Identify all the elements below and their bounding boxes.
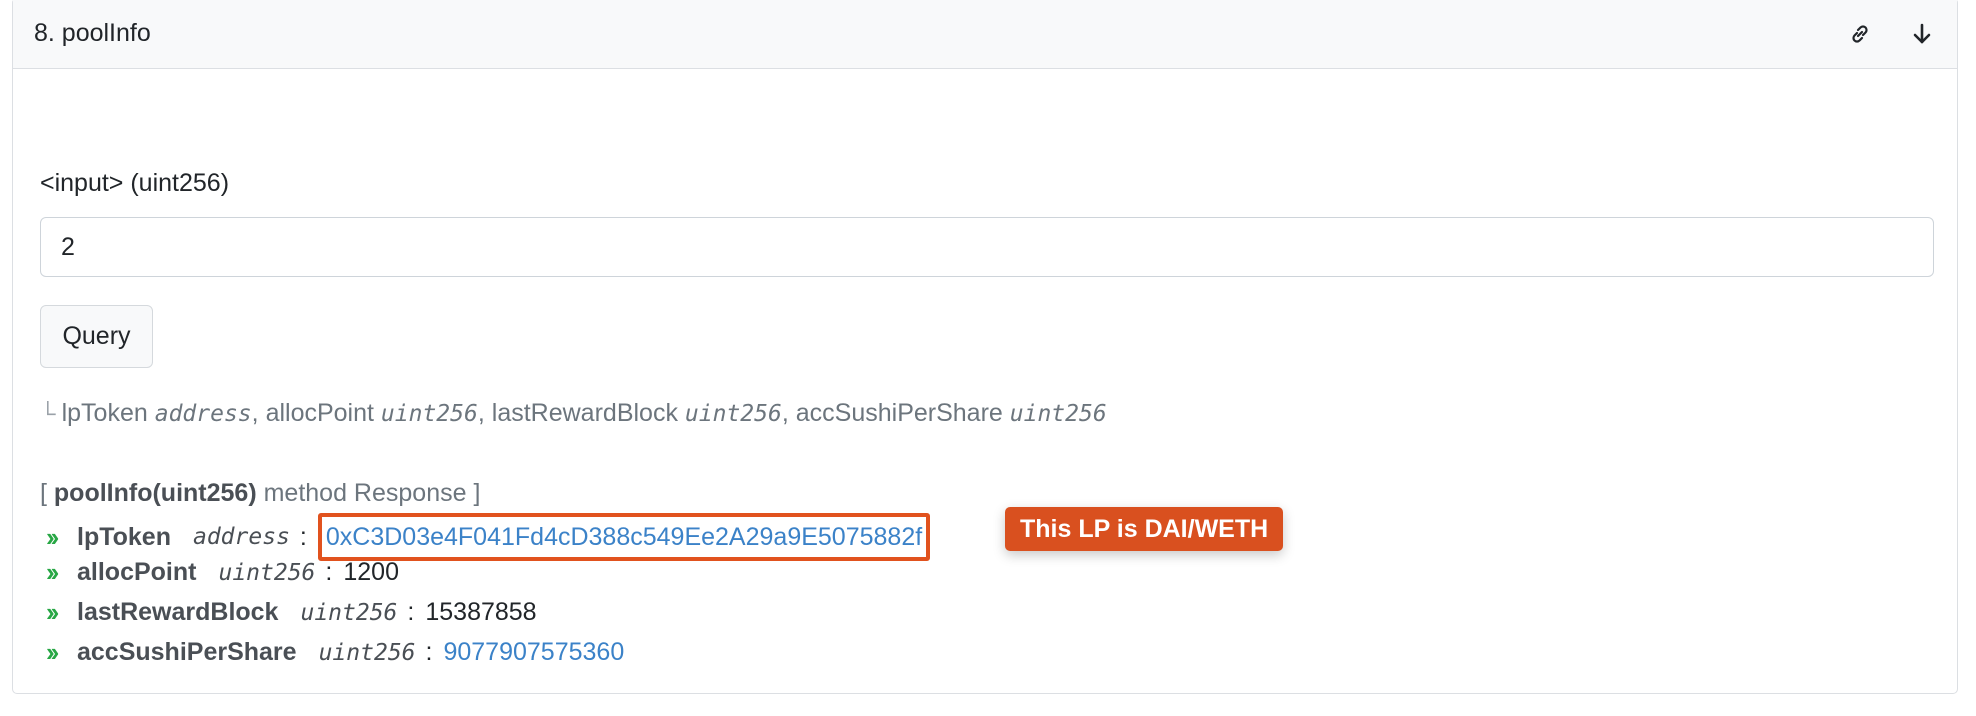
response-method: poolInfo(uint256): [53, 479, 257, 507]
response-row-lastrewardblock: ›› lastRewardBlock uint256 : 15387858: [46, 597, 537, 628]
highlight-box: 0xC3D03e4F041Fd4cD388c549Ee2A29a9E507588…: [317, 513, 931, 561]
lptoken-address-link[interactable]: 0xC3D03e4F041Fd4cD388c549Ee2A29a9E507588…: [326, 523, 922, 551]
double-chevron-right-icon: ››: [46, 557, 59, 587]
sig-name-1: allocPoint: [265, 399, 374, 427]
input-label: <input> (uint256): [40, 169, 230, 197]
header-actions: [1847, 21, 1935, 47]
response-row-lptoken: ›› lpToken address : 0xC3D03e4F041Fd4cD3…: [46, 513, 931, 561]
response-suffix: method Response ]: [256, 479, 481, 507]
field-name: allocPoint: [77, 558, 197, 586]
response-heading: [ poolInfo(uint256) method Response ]: [40, 479, 480, 508]
sig-type-3: uint256: [1009, 401, 1107, 427]
field-type: address: [192, 524, 290, 550]
response-row-accsushipershare: ›› accSushiPerShare uint256 : 9077907575…: [46, 637, 624, 668]
uint256-input[interactable]: [40, 217, 1934, 277]
colon: :: [299, 522, 307, 551]
sig-type-2: uint256: [684, 401, 782, 427]
field-name: accSushiPerShare: [77, 638, 297, 666]
pool-info-card: 8. poolInfo <input> (uint256) Query └lp: [12, 0, 1958, 694]
response-open-bracket: [: [40, 479, 54, 507]
response-row-allocpoint: ›› allocPoint uint256 : 1200: [46, 557, 399, 588]
arrow-down-icon[interactable]: [1909, 21, 1935, 47]
field-type: uint256: [218, 559, 316, 586]
accsushipershare-value-link[interactable]: 9077907575360: [443, 638, 624, 667]
double-chevron-right-icon: ››: [46, 637, 59, 667]
allocpoint-value: 1200: [343, 558, 399, 586]
sig-sep-1: ,: [477, 399, 492, 427]
lastrewardblock-value: 15387858: [425, 598, 537, 626]
colon: :: [325, 558, 333, 586]
double-chevron-right-icon: ››: [46, 521, 59, 552]
colon: :: [425, 638, 433, 666]
card-title: 8. poolInfo: [34, 19, 151, 47]
field-type: uint256: [318, 639, 416, 666]
corner-icon: └: [40, 401, 56, 426]
field-name: lpToken: [77, 522, 171, 551]
sig-name-0: lpToken: [61, 399, 148, 427]
sig-sep-2: ,: [781, 399, 796, 427]
field-type: uint256: [300, 599, 398, 626]
card-header: 8. poolInfo: [13, 0, 1957, 69]
annotation-badge: This LP is DAI/WETH: [1005, 507, 1284, 551]
sig-type-0: address: [154, 401, 252, 427]
query-button[interactable]: Query: [40, 305, 153, 368]
colon: :: [407, 598, 415, 626]
sig-name-3: accSushiPerShare: [795, 399, 1003, 427]
link-icon[interactable]: [1847, 21, 1873, 47]
sig-name-2: lastRewardBlock: [491, 399, 678, 427]
field-name: lastRewardBlock: [77, 598, 279, 626]
sig-type-1: uint256: [380, 401, 478, 427]
sig-sep-0: ,: [251, 399, 266, 427]
return-signature: └ lpToken address, allocPoint uint256, la…: [40, 399, 1107, 428]
double-chevron-right-icon: ››: [46, 597, 59, 627]
